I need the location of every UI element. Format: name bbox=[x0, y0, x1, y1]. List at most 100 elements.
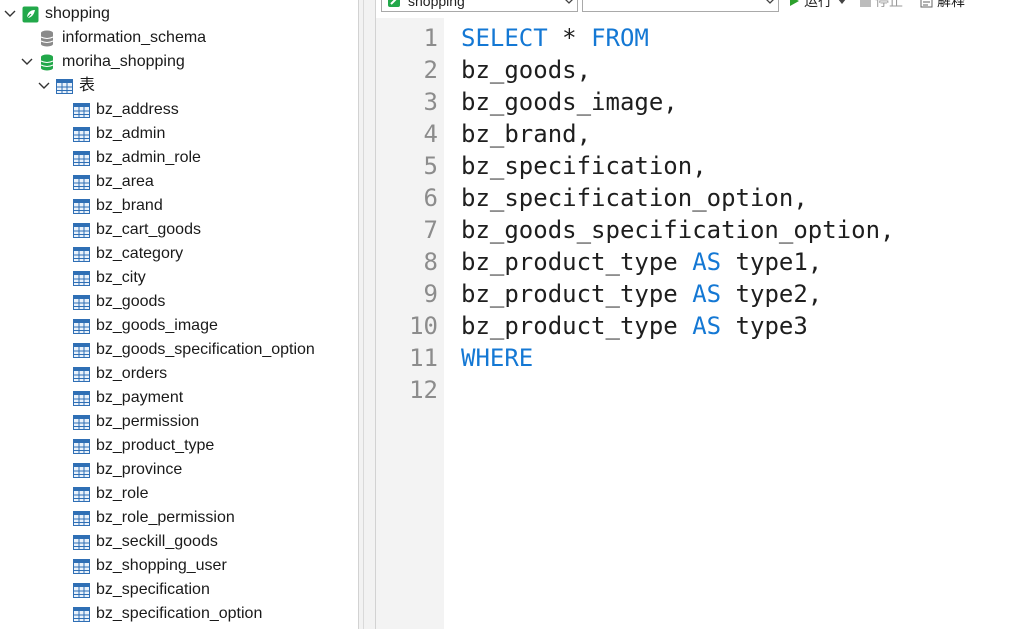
tree-table-item[interactable]: bz_brand bbox=[72, 194, 163, 218]
line-number: 2 bbox=[423, 56, 438, 84]
line-number: 6 bbox=[423, 184, 438, 212]
table-icon bbox=[72, 605, 90, 623]
sql-keyword: AS bbox=[692, 248, 722, 276]
tree-item-label: bz_seckill_goods bbox=[96, 533, 218, 550]
code-line[interactable]: bz_product_type AS type1, bbox=[461, 246, 822, 278]
chevron-down-icon[interactable] bbox=[20, 55, 34, 69]
connection-select[interactable]: shopping bbox=[381, 0, 578, 12]
code-line[interactable]: bz_specification, bbox=[461, 150, 707, 182]
tree-table-item[interactable]: bz_province bbox=[72, 458, 182, 482]
line-number: 1 bbox=[423, 24, 438, 52]
panel-splitter[interactable] bbox=[358, 0, 376, 629]
table-icon bbox=[72, 221, 90, 239]
code-line[interactable]: bz_goods, bbox=[461, 54, 591, 86]
tree-item-label: bz_product_type bbox=[96, 437, 215, 454]
tree-connection-shopping[interactable]: shopping bbox=[3, 2, 110, 26]
tree-table-item[interactable]: bz_role bbox=[72, 482, 148, 506]
sql-text: bz_product_type bbox=[461, 312, 693, 340]
table-icon bbox=[72, 365, 90, 383]
stop-icon bbox=[860, 0, 871, 7]
table-icon bbox=[72, 509, 90, 527]
tree-item-label: bz_goods_image bbox=[96, 317, 218, 334]
table-icon bbox=[72, 485, 90, 503]
tree-table-item[interactable]: bz_city bbox=[72, 266, 146, 290]
splitter-line bbox=[363, 0, 364, 629]
tree-table-item[interactable]: bz_orders bbox=[72, 362, 167, 386]
tree-table-item[interactable]: bz_admin bbox=[72, 122, 165, 146]
sql-editor[interactable]: 1 2 3 4 5 6 7 8 9 10 11 12 SELECT * FROM bz_goods, bz… bbox=[376, 18, 1017, 629]
tree-table-item[interactable]: bz_permission bbox=[72, 410, 199, 434]
caret-down-icon bbox=[838, 0, 846, 4]
tree-table-item[interactable]: bz_goods bbox=[72, 290, 165, 314]
sql-text: type3 bbox=[721, 312, 808, 340]
database-select[interactable] bbox=[582, 0, 779, 12]
chevron-down-icon bbox=[762, 0, 778, 4]
object-tree[interactable]: shopping information_schema moriha_shoppin… bbox=[0, 0, 358, 629]
sql-keyword: FROM bbox=[591, 24, 649, 52]
code-line[interactable]: bz_specification_option, bbox=[461, 182, 808, 214]
code-line[interactable]: WHERE bbox=[461, 342, 533, 374]
chevron-down-icon bbox=[561, 0, 577, 4]
explain-button[interactable]: 解释 bbox=[920, 0, 965, 10]
connection-icon bbox=[386, 0, 402, 9]
sql-text: type1, bbox=[721, 248, 823, 276]
table-icon bbox=[72, 533, 90, 551]
code-line[interactable]: bz_product_type AS type2, bbox=[461, 278, 822, 310]
run-button[interactable]: 运行 bbox=[788, 0, 846, 10]
code-line[interactable]: bz_goods_image, bbox=[461, 86, 678, 118]
sql-keyword: AS bbox=[692, 280, 722, 308]
sql-text: bz_goods, bbox=[461, 56, 592, 84]
tree-table-item[interactable]: bz_area bbox=[72, 170, 154, 194]
chevron-down-icon[interactable] bbox=[37, 79, 51, 93]
tree-table-item[interactable]: bz_product_type bbox=[72, 434, 214, 458]
sql-keyword: SELECT bbox=[461, 24, 548, 52]
tree-schema-information-schema[interactable]: information_schema bbox=[38, 26, 206, 50]
tree-table-item[interactable]: bz_role_permission bbox=[72, 506, 235, 530]
tree-group-tables[interactable]: 表 bbox=[37, 74, 95, 98]
sql-text: bz_specification, bbox=[461, 152, 707, 180]
table-icon bbox=[72, 413, 90, 431]
tree-table-item[interactable]: bz_goods_specification_option bbox=[72, 338, 315, 362]
table-icon bbox=[72, 461, 90, 479]
stop-button[interactable]: 停止 bbox=[860, 0, 903, 10]
tree-schema-moriha-shopping[interactable]: moriha_shopping bbox=[20, 50, 185, 74]
tree-table-item[interactable]: bz_payment bbox=[72, 386, 183, 410]
sql-keyword: AS bbox=[692, 312, 722, 340]
sql-text: type2, bbox=[721, 280, 823, 308]
table-icon bbox=[72, 293, 90, 311]
table-icon bbox=[72, 437, 90, 455]
database-icon bbox=[38, 29, 56, 47]
sql-keyword: WHERE bbox=[461, 344, 534, 372]
play-icon bbox=[788, 0, 800, 7]
tree-table-item[interactable]: bz_seckill_goods bbox=[72, 530, 218, 554]
tree-table-item[interactable]: bz_category bbox=[72, 242, 183, 266]
tree-table-item[interactable]: bz_shopping_user bbox=[72, 554, 227, 578]
chevron-down-icon[interactable] bbox=[3, 7, 17, 21]
code-line[interactable]: SELECT * FROM bbox=[461, 22, 649, 54]
table-icon bbox=[72, 269, 90, 287]
tree-item-label: bz_payment bbox=[96, 389, 184, 406]
tree-table-item[interactable]: bz_specification bbox=[72, 578, 210, 602]
tree-item-label: bz_admin bbox=[96, 125, 166, 142]
code-line[interactable]: bz_goods_specification_option, bbox=[461, 214, 894, 246]
sql-text: bz_brand, bbox=[461, 120, 592, 148]
code-line[interactable]: bz_product_type AS type3 bbox=[461, 310, 808, 342]
tree-item-label: bz_area bbox=[96, 173, 154, 190]
tree-item-label: bz_category bbox=[96, 245, 184, 262]
connection-icon bbox=[21, 5, 39, 23]
line-number-gutter: 1 2 3 4 5 6 7 8 9 10 11 12 bbox=[376, 18, 444, 629]
stop-label: 停止 bbox=[875, 0, 903, 9]
tree-table-item[interactable]: bz_specification_option bbox=[72, 602, 262, 626]
explain-icon bbox=[920, 0, 933, 8]
tree-table-item[interactable]: bz_cart_goods bbox=[72, 218, 201, 242]
tree-table-item[interactable]: bz_admin_role bbox=[72, 146, 201, 170]
database-icon bbox=[38, 53, 56, 71]
tree-table-item[interactable]: bz_goods_image bbox=[72, 314, 218, 338]
tree-item-label: bz_goods bbox=[96, 293, 166, 310]
explain-label: 解释 bbox=[937, 0, 965, 9]
table-icon bbox=[72, 389, 90, 407]
tree-item-label: bz_shopping_user bbox=[96, 557, 227, 574]
tree-table-item[interactable]: bz_address bbox=[72, 98, 179, 122]
tree-item-label: bz_goods_specification_option bbox=[96, 341, 315, 358]
code-line[interactable]: bz_brand, bbox=[461, 118, 591, 150]
